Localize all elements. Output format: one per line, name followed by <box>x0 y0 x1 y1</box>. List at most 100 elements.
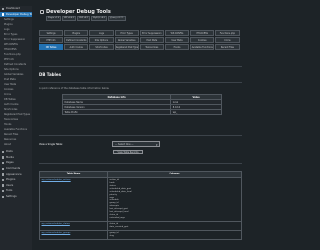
tab-functions-php[interactable]: Functions.php <box>215 30 240 36</box>
sidebar-item-label: WP-CONFIG <box>4 43 18 47</box>
tab-hooks[interactable]: Hooks <box>164 44 190 50</box>
database-info-table: Database Info Value Database Name local Da… <box>61 94 222 115</box>
sidebar-item-label: Posts <box>6 150 13 154</box>
table-columns: claim_id date_created_gmt <box>107 220 242 232</box>
sidebar-item-label: Settings <box>6 194 17 198</box>
sidebar-item-label: Registered Post Types <box>4 113 31 117</box>
sidebar-item-label: Plugins <box>6 178 16 182</box>
sidebar-item-label: Site Options <box>4 68 19 72</box>
tab-site-options[interactable]: Site Options <box>89 37 114 43</box>
version-badges: Plugin v1.0 WP v6.4.2 PHP v8.1 MySQL v8.0 jQ… <box>46 16 126 21</box>
version-badge: MySQL v8.0 <box>91 16 108 21</box>
table-row: wp_actionscheduler_groups group_id slug <box>39 229 242 241</box>
sidebar-item-label: Error Suppression <box>4 38 26 42</box>
tab-bar: Settings Plugins Logs Error Types Error Supp… <box>39 30 241 50</box>
sidebar-item-label: HTACCESS <box>4 48 17 52</box>
table-row: wp_actionscheduler_claims claim_id date_cr… <box>39 220 242 232</box>
sidebar-item-label: Hooks <box>4 123 12 127</box>
sidebar-item-label: About <box>4 143 12 147</box>
sidebar-item-label: Recent Files <box>4 133 19 137</box>
sidebar-item-label: PHP Info <box>4 58 14 62</box>
table-select-label: View a Single Table: <box>39 143 63 146</box>
sidebar-item-label: Error Types <box>4 33 18 37</box>
section-description: A quick reference of the database table … <box>39 87 110 90</box>
sidebar-item-label: DB Tables <box>4 98 16 102</box>
sidebar-item-label: Auth Cookie <box>4 103 19 107</box>
tab-recent-files[interactable]: Recent Files <box>215 44 240 50</box>
sidebar-item-label: Global Variables <box>4 73 24 77</box>
tab-db-tables[interactable]: DB Tables <box>39 44 64 50</box>
tab-htaccess[interactable]: HTACCESS <box>190 30 215 36</box>
page-title: Developer Debug Tools <box>46 9 111 15</box>
tab-registered-post-types[interactable]: Registered Post Types <box>114 44 139 50</box>
sidebar-item-label: Pages <box>6 161 14 165</box>
version-badge: jQuery v3.7.1 <box>108 16 126 21</box>
table-cell: wp_ <box>170 109 222 115</box>
admin-sidebar: Dashboard Developer Debug Tools Settings Pl… <box>0 6 32 250</box>
sidebar-item-label: Media <box>6 155 14 159</box>
sidebar-item-label: Cookies <box>4 88 14 92</box>
tab-wp-config[interactable]: WP-CONFIG <box>164 30 190 36</box>
table-name-link[interactable]: wp_actionscheduler_groups <box>39 229 108 241</box>
column-name: date_created_gmt <box>109 225 129 228</box>
tab-settings[interactable]: Settings <box>39 30 64 36</box>
tab-post-meta[interactable]: Post Meta <box>139 37 164 43</box>
tab-available-functions[interactable]: Available Functions <box>190 44 215 50</box>
dashboard-icon <box>1 7 5 10</box>
tab-shortcodes[interactable]: Shortcodes <box>89 44 114 50</box>
comments-icon <box>1 167 5 170</box>
version-badge: PHP v8.1 <box>77 16 91 21</box>
sidebar-item-label: Defined Constants <box>4 63 27 67</box>
tab-plugins[interactable]: Plugins <box>64 30 89 36</box>
view-table-records-button[interactable]: View Table Records <box>113 149 143 155</box>
sidebar-item-label: Appearance <box>6 172 22 176</box>
tab-user-meta[interactable]: User Meta <box>164 37 190 43</box>
sidebar-item-label: Tools <box>6 189 13 193</box>
section-title: DB Tables <box>39 72 62 77</box>
table-row: Table Prefix wp_ <box>61 109 222 115</box>
version-badge: Plugin v1.0 <box>46 16 62 21</box>
pages-icon <box>1 161 5 165</box>
column-name: slug <box>109 235 114 238</box>
sidebar-item-label: Crons <box>4 93 11 97</box>
sidebar-item-label: Resources <box>4 138 17 142</box>
table-name-link[interactable]: wp_actionscheduler_actions <box>39 177 108 222</box>
db-tables-list: Table Name Columns wp_actionscheduler_ac… <box>39 171 242 241</box>
table-name-link[interactable]: wp_actionscheduler_claims <box>39 220 108 232</box>
tab-logs[interactable]: Logs <box>89 30 114 36</box>
sidebar-item-label: Dashboard <box>6 7 21 10</box>
tab-taxonomies[interactable]: Taxonomies <box>139 44 164 50</box>
tab-global-variables[interactable]: Global Variables <box>114 37 139 43</box>
tab-defined-constants[interactable]: Defined Constants <box>64 37 89 43</box>
column-name: extended_args <box>109 216 125 219</box>
sidebar-item-label: Available Functions <box>4 128 27 132</box>
sidebar-item-label: Users <box>6 183 14 187</box>
table-select[interactable]: — Select One — <box>112 141 160 148</box>
tab-crons[interactable]: Crons <box>215 37 240 43</box>
sidebar-item-label: Shortcodes <box>4 108 18 112</box>
tab-auth-cookie[interactable]: Auth Cookie <box>64 44 89 50</box>
main-content: Developer Debug Tools Plugin v1.0 WP v6.4… <box>32 6 250 250</box>
sidebar-item-label: Comments <box>6 166 21 170</box>
developer-debug-tools-icon <box>1 13 5 16</box>
tab-error-suppression[interactable]: Error Suppression <box>139 30 164 36</box>
table-columns: action_id hook status scheduled_date_gmt sch… <box>107 177 242 222</box>
table-cell: Table Prefix <box>61 109 172 115</box>
appearance-icon <box>1 173 5 176</box>
plugin-logo-icon <box>40 10 44 14</box>
sidebar-item-label: User Meta <box>4 83 17 87</box>
sidebar-item-label: Settings <box>4 18 14 22</box>
sidebar-item-settings[interactable]: Settings <box>0 194 32 200</box>
tab-cookies[interactable]: Cookies <box>190 37 215 43</box>
sidebar-item-label: Taxonomies <box>4 118 19 122</box>
media-icon <box>1 156 5 159</box>
posts-icon <box>1 150 5 154</box>
tools-icon <box>1 189 5 193</box>
version-badge: WP v6.4.2 <box>62 16 77 21</box>
sidebar-item-label: Logs <box>4 28 10 32</box>
sidebar-item-label: Functions.php <box>4 53 21 57</box>
tab-error-types[interactable]: Error Types <box>114 30 139 36</box>
sidebar-item-label: Developer Debug Tools <box>6 12 32 16</box>
sidebar-item-about[interactable]: About <box>0 142 32 147</box>
tab-php-info[interactable]: PHP Info <box>39 37 64 43</box>
